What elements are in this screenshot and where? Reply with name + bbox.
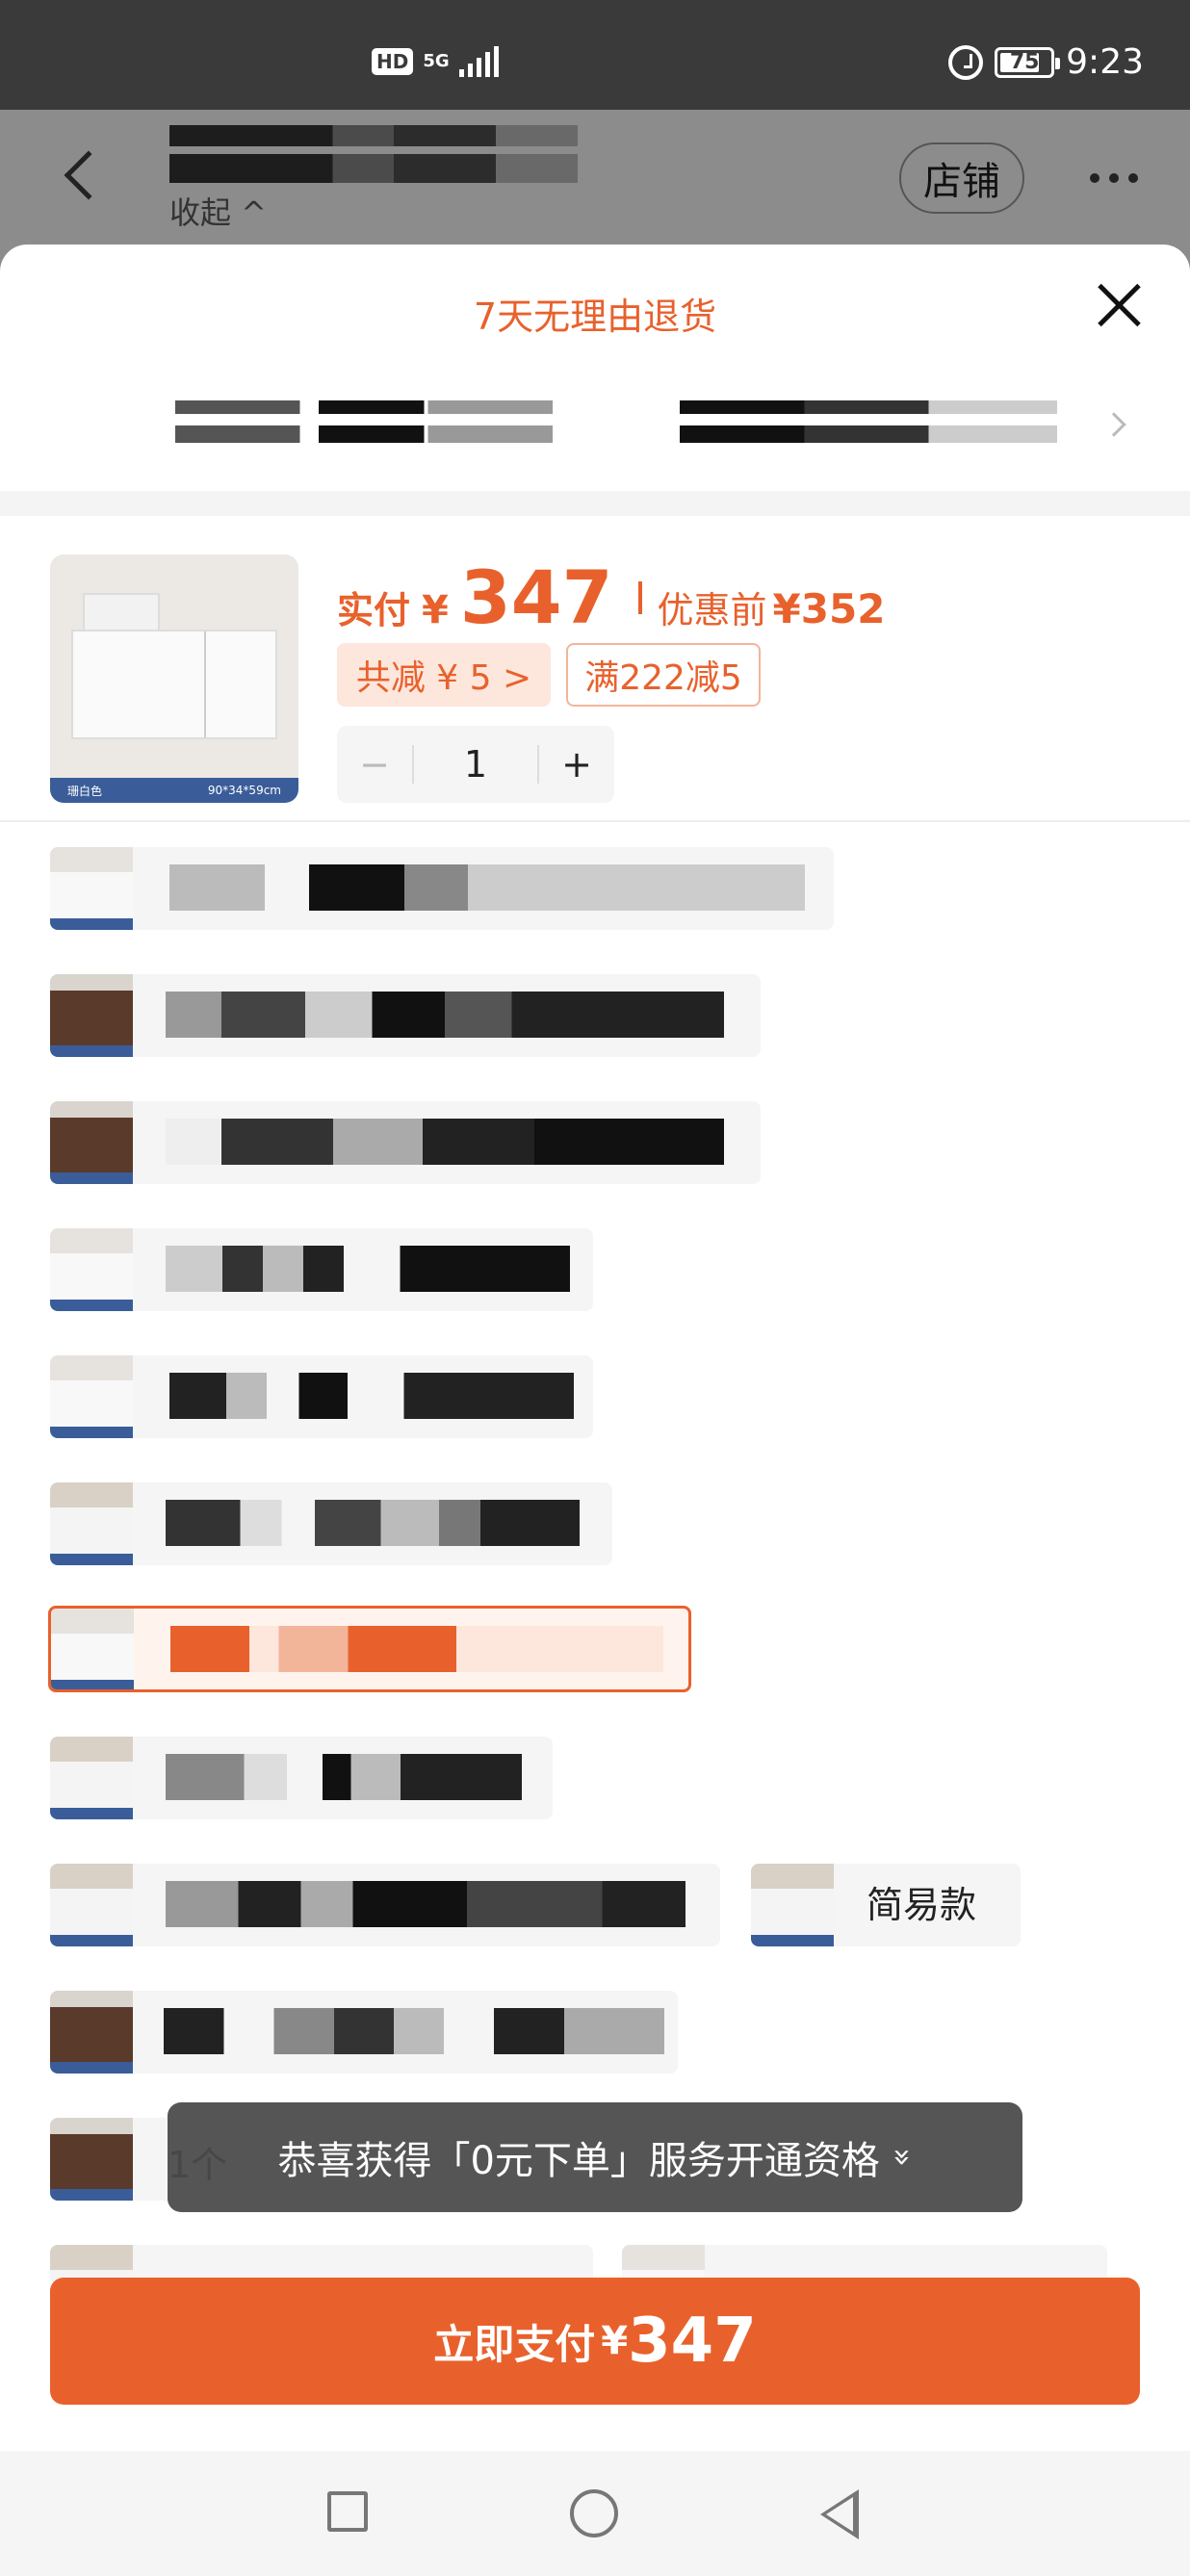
pay-now-currency: ¥ bbox=[601, 2319, 629, 2363]
toast-notification[interactable]: 恭喜获得「0元下单」服务开通资格 » bbox=[168, 2102, 1022, 2212]
variant-option-simple[interactable]: 简易款 bbox=[751, 1864, 1021, 1946]
redacted-variant-label bbox=[166, 1119, 724, 1165]
original-price-label: 优惠前 bbox=[657, 589, 767, 631]
original-price: ¥352 bbox=[772, 585, 886, 632]
redacted-variant-label bbox=[170, 1626, 663, 1672]
variant-thumb bbox=[50, 1101, 133, 1184]
redacted-variant-label bbox=[166, 1500, 580, 1546]
variant-option[interactable] bbox=[50, 847, 834, 930]
redacted-variant-label bbox=[166, 1754, 522, 1800]
variant-option[interactable] bbox=[50, 1482, 612, 1565]
battery-icon: 75 bbox=[995, 46, 1061, 78]
address-mask bbox=[175, 414, 1057, 425]
price-separator bbox=[637, 580, 642, 614]
discount-total-button[interactable]: 共减 ¥ 5 > bbox=[337, 643, 551, 707]
variant-thumb bbox=[50, 1991, 133, 2074]
variant-thumb bbox=[50, 1737, 133, 1819]
coupon-tag: 满222减5 bbox=[566, 643, 761, 707]
redacted-variant-label bbox=[166, 1246, 570, 1292]
quantity-stepper: − 1 + bbox=[337, 726, 614, 803]
size-caption: 90*34*59cm bbox=[207, 784, 281, 797]
price-row: 实付 ¥ 347 优惠前 ¥352 bbox=[337, 554, 885, 640]
redacted-variant-label bbox=[169, 1373, 574, 1419]
clock: 9:23 bbox=[1066, 42, 1144, 82]
variant-option[interactable] bbox=[50, 1991, 678, 2074]
variant-label: 简易款 bbox=[867, 1884, 977, 1926]
alarm-icon bbox=[948, 44, 984, 80]
quantity-value[interactable]: 1 bbox=[412, 745, 539, 784]
more-icon[interactable] bbox=[1090, 173, 1138, 183]
hd-badge: HD bbox=[372, 48, 414, 75]
variant-thumb bbox=[51, 1609, 134, 1689]
chevron-down-icon: » bbox=[884, 2148, 921, 2167]
variant-thumb bbox=[50, 1864, 133, 1946]
collapse-toggle[interactable]: 收起 ^ bbox=[169, 189, 267, 233]
status-bar: HD 5G 75 9:23 bbox=[0, 0, 1190, 110]
variant-option[interactable] bbox=[50, 974, 761, 1057]
return-policy-label: 7天无理由退货 bbox=[473, 296, 717, 338]
redacted-variant-label bbox=[166, 1881, 686, 1927]
pay-label: 实付 bbox=[337, 589, 411, 631]
pay-now-amount: 347 bbox=[628, 2306, 757, 2377]
back-icon[interactable] bbox=[64, 150, 114, 200]
nav-back-icon[interactable] bbox=[820, 2489, 859, 2539]
variant-option[interactable] bbox=[50, 1228, 593, 1311]
pay-currency: ¥ bbox=[422, 588, 449, 632]
home-icon[interactable] bbox=[570, 2489, 618, 2537]
variant-thumb bbox=[751, 1864, 834, 1946]
variant-thumb bbox=[50, 847, 133, 930]
redacted-variant-label bbox=[166, 992, 724, 1038]
toast-message: 恭喜获得「0元下单」服务开通资格 bbox=[277, 2139, 880, 2183]
quantity-increment-button[interactable]: + bbox=[539, 743, 614, 786]
recent-apps-icon[interactable] bbox=[327, 2491, 368, 2532]
redacted-shop-title bbox=[169, 125, 578, 183]
shop-button[interactable]: 店铺 bbox=[899, 142, 1024, 214]
pay-now-button[interactable]: 立即支付 ¥ 347 bbox=[50, 2278, 1140, 2405]
redacted-variant-label bbox=[169, 864, 805, 911]
variant-option[interactable] bbox=[50, 1737, 553, 1819]
variant-option-selected[interactable] bbox=[48, 1606, 691, 1692]
variant-thumb bbox=[50, 974, 133, 1057]
battery-level: 75 bbox=[1009, 50, 1040, 74]
variant-thumb bbox=[50, 2118, 133, 2201]
network-type: 5G bbox=[423, 51, 450, 71]
signal-icon bbox=[458, 46, 499, 77]
variant-thumb bbox=[50, 1482, 133, 1565]
close-icon[interactable] bbox=[1096, 281, 1142, 327]
status-right: 75 9:23 bbox=[948, 42, 1144, 82]
page-header: 收起 ^ 店铺 bbox=[0, 110, 1190, 254]
system-nav-bar bbox=[0, 2451, 1190, 2576]
pay-amount: 347 bbox=[459, 554, 613, 640]
section-divider bbox=[0, 491, 1190, 516]
variant-option[interactable] bbox=[50, 1101, 761, 1184]
variant-option[interactable] bbox=[50, 1864, 720, 1946]
network-indicators: HD 5G bbox=[372, 46, 499, 77]
product-image[interactable]: 珊白色 90*34*59cm bbox=[50, 554, 298, 803]
pay-now-label: 立即支付 bbox=[433, 2320, 596, 2368]
chevron-right-icon[interactable] bbox=[1101, 412, 1126, 437]
product-image-caption: 珊白色 90*34*59cm bbox=[50, 778, 298, 803]
variant-thumb bbox=[50, 1355, 133, 1438]
variant-thumb bbox=[50, 1228, 133, 1311]
color-caption: 珊白色 bbox=[67, 784, 103, 798]
redacted-variant-label bbox=[164, 2008, 664, 2054]
variant-option[interactable] bbox=[50, 1355, 593, 1438]
divider-line bbox=[0, 820, 1190, 822]
quantity-decrement-button[interactable]: − bbox=[337, 743, 412, 786]
